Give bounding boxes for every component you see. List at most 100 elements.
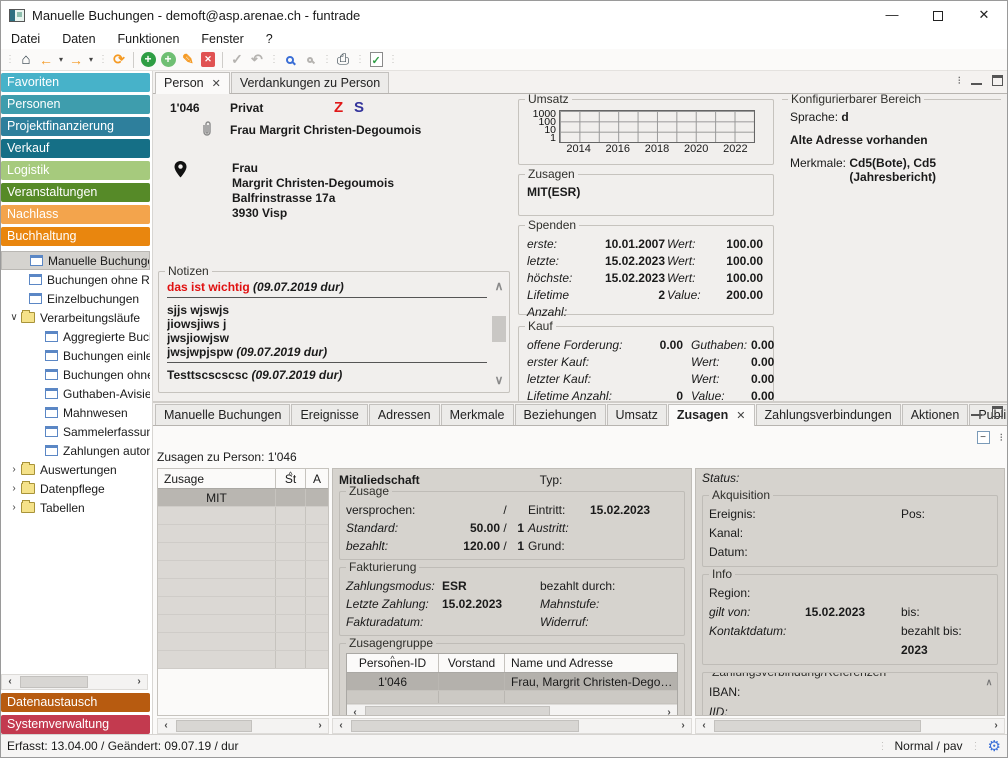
tab-zahlungsverbindungen[interactable]: Zahlungsverbindungen [756, 404, 901, 425]
scroll-up-icon[interactable]: ∧ [495, 278, 504, 294]
scrollbar-thumb[interactable] [176, 720, 252, 732]
tree-item-buchungen-einlesen[interactable]: Buchungen einlese [1, 346, 150, 365]
zusagen-list-hscrollbar[interactable]: ‹ › [157, 718, 329, 734]
detail-hscrollbar[interactable]: ‹ › [332, 718, 692, 734]
zusagen-list-header[interactable]: Zusage ^St A [158, 469, 328, 489]
scroll-left-icon[interactable]: ‹ [347, 706, 363, 717]
sidebar-horizontal-scrollbar[interactable]: ‹ › [1, 674, 148, 690]
zusagen-list-row-empty[interactable] [158, 615, 328, 633]
column-zusage[interactable]: Zusage [158, 469, 276, 488]
delete-button[interactable]: ✕ [198, 50, 218, 70]
confirm-button[interactable]: ✓ [227, 50, 247, 70]
tree-item-tabellen[interactable]: ›Tabellen [1, 498, 150, 517]
tree-item-einzelbuchungen[interactable]: Einzelbuchungen [1, 289, 150, 308]
zusagen-list-row-empty[interactable] [158, 579, 328, 597]
scroll-right-icon[interactable]: › [675, 719, 691, 733]
back-button[interactable]: ← [36, 50, 56, 70]
sidebar-section-projektfinanzierung[interactable]: Projektfinanzierung [1, 117, 150, 136]
tree-item-sammelerfassung[interactable]: Sammelerfassung S [1, 422, 150, 441]
scroll-up-icon[interactable]: ∧ [986, 677, 993, 687]
close-tab-icon[interactable]: ✕ [736, 409, 745, 422]
sidebar-section-verkauf[interactable]: Verkauf [1, 139, 150, 158]
menu-datei[interactable]: Datei [11, 32, 40, 46]
tab-beziehungen[interactable]: Beziehungen [515, 404, 606, 425]
print-button[interactable]: ⎙ [333, 50, 353, 70]
tree-item-verarbeitungslaeufe[interactable]: ∨Verarbeitungsläufe [1, 308, 150, 327]
tab-person[interactable]: Person✕ [155, 72, 230, 94]
tab-ereignisse[interactable]: Ereignisse [291, 404, 367, 425]
zusagengruppe-row-empty[interactable] [347, 691, 677, 704]
zusagengruppe-header[interactable]: ^Personen-ID Vorstand Name und Adresse [347, 654, 677, 673]
paperclip-icon[interactable] [200, 121, 214, 140]
search-button[interactable] [280, 50, 300, 70]
zusagen-list-row-empty[interactable] [158, 561, 328, 579]
menu-daten[interactable]: Daten [62, 32, 95, 46]
add-button[interactable]: + [138, 50, 158, 70]
sidebar-section-datenaustausch[interactable]: Datenaustausch [1, 693, 150, 712]
tree-item-aggregierte-buchungen[interactable]: Aggregierte Buchun [1, 327, 150, 346]
tree-item-manuelle-buchungen[interactable]: Manuelle Buchungen [1, 251, 150, 270]
tree-item-guthaben-avisierung[interactable]: Guthaben-Avisierun [1, 384, 150, 403]
tab-manuelle-buchungen[interactable]: Manuelle Buchungen [155, 404, 290, 425]
tab-verdankungen-zu-person[interactable]: Verdankungen zu Person [231, 72, 389, 93]
tree-item-mahnwesen[interactable]: Mahnwesen [1, 403, 150, 422]
scroll-right-icon[interactable]: › [661, 706, 677, 717]
sidebar-section-buchhaltung[interactable]: Buchhaltung [1, 227, 150, 246]
sidebar-section-veranstaltungen[interactable]: Veranstaltungen [1, 183, 150, 202]
search-secondary-button[interactable] [300, 50, 320, 70]
scroll-left-icon[interactable]: ‹ [333, 719, 349, 733]
tree-item-zahlungen-automatisch[interactable]: Zahlungen automat [1, 441, 150, 460]
column-st[interactable]: ^St [276, 469, 306, 488]
collapse-icon[interactable]: − [977, 431, 990, 444]
column-personen-id[interactable]: ^Personen-ID [347, 654, 439, 672]
scroll-right-icon[interactable]: › [312, 719, 328, 733]
home-button[interactable]: ⌂ [16, 50, 36, 70]
scroll-left-icon[interactable]: ‹ [696, 719, 712, 733]
panel-maximize-icon[interactable] [992, 406, 1003, 417]
tab-aktionen[interactable]: Aktionen [902, 404, 969, 425]
zahlung-vscrollbar[interactable]: ∧ ∨ [983, 677, 995, 716]
tree-item-buchungen-ohne-referenz[interactable]: Buchungen ohne Refe [1, 270, 150, 289]
zusagen-list-row[interactable]: MIT [158, 489, 328, 507]
tab-merkmale[interactable]: Merkmale [441, 404, 514, 425]
chevron-right-icon[interactable]: › [7, 483, 21, 494]
scrollbar-thumb[interactable] [492, 316, 506, 343]
notizen-content[interactable]: das ist wichtig (09.07.2019 dur) sjjs wj… [167, 280, 487, 388]
forward-dropdown-icon[interactable]: ▾ [86, 50, 96, 70]
notizen-scrollbar[interactable]: ∧ ∨ [491, 278, 507, 388]
zusagen-list-row-empty[interactable] [158, 633, 328, 651]
zusagen-list-row-empty[interactable] [158, 525, 328, 543]
panel-minimize-icon[interactable] [971, 77, 982, 85]
scroll-left-icon[interactable]: ‹ [2, 675, 18, 689]
scrollbar-thumb[interactable] [20, 676, 88, 688]
export-button[interactable] [366, 50, 386, 70]
menu-fenster[interactable]: Fenster [201, 32, 243, 46]
tree-item-datenpflege[interactable]: ›Datenpflege [1, 479, 150, 498]
sidebar-section-logistik[interactable]: Logistik [1, 161, 150, 180]
scrollbar-thumb[interactable] [365, 706, 550, 716]
edit-button[interactable]: ✎ [178, 50, 198, 70]
tab-adressen[interactable]: Adressen [369, 404, 440, 425]
sidebar-section-systemverwaltung[interactable]: Systemverwaltung [1, 715, 150, 734]
close-tab-icon[interactable]: ✕ [212, 77, 221, 90]
undo-button[interactable]: ↶ [247, 50, 267, 70]
forward-button[interactable]: → [66, 50, 86, 70]
sidebar-section-personen[interactable]: Personen [1, 95, 150, 114]
refresh-button[interactable]: ⟳ [109, 50, 129, 70]
panel-minimize-icon[interactable] [971, 408, 982, 416]
settings-gear-icon[interactable]: ⚙ [988, 737, 1001, 755]
tab-zusagen[interactable]: Zusagen✕ [668, 404, 755, 426]
scroll-down-icon[interactable]: ∨ [495, 372, 504, 388]
chevron-right-icon[interactable]: › [7, 464, 21, 475]
zusagengruppe-hscrollbar[interactable]: ‹ › [347, 704, 677, 716]
chevron-right-icon[interactable]: › [7, 502, 21, 513]
scroll-right-icon[interactable]: › [131, 675, 147, 689]
panel-menu-icon[interactable]: ⁝ [958, 74, 962, 87]
status-detail-hscrollbar[interactable]: ‹ › [695, 718, 1005, 734]
zusagen-list-row-empty[interactable] [158, 651, 328, 669]
column-name-und-adresse[interactable]: Name und Adresse [505, 654, 677, 672]
scrollbar-thumb[interactable] [351, 720, 579, 732]
sidebar-section-favoriten[interactable]: Favoriten [1, 73, 150, 92]
tree-item-auswertungen[interactable]: ›Auswertungen [1, 460, 150, 479]
zusagen-list-row-empty[interactable] [158, 543, 328, 561]
